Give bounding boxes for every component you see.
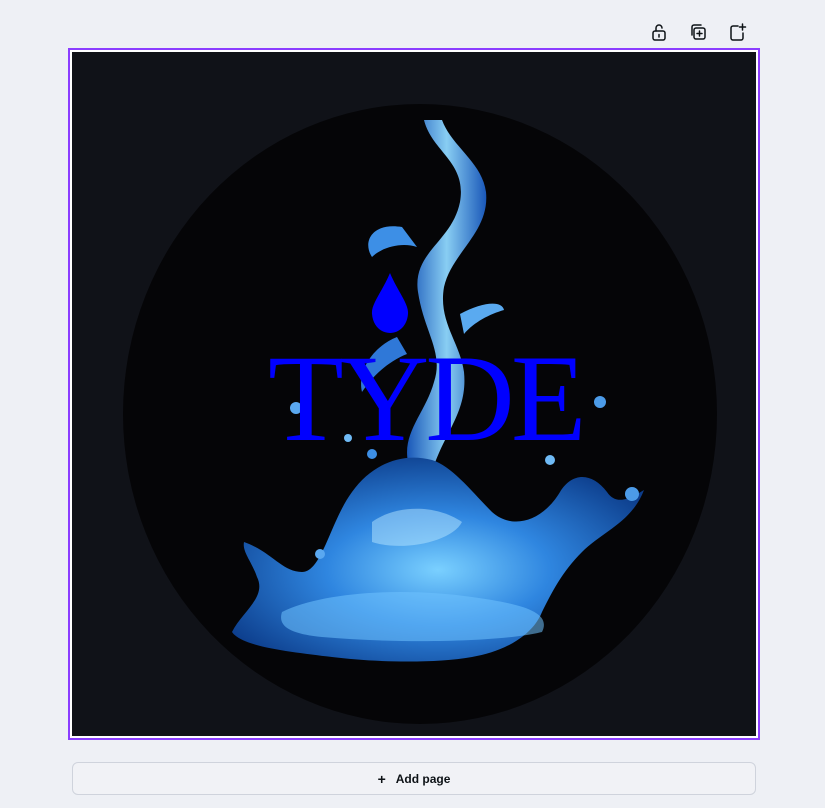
unlock-button[interactable] [645,18,673,46]
design-page[interactable]: TYDE [68,48,760,740]
add-page-top-button[interactable] [723,18,751,46]
logo-text: TYDE [268,330,583,467]
unlock-icon [652,24,666,41]
duplicate-page-button[interactable] [684,18,712,46]
logo-artwork: TYDE [72,52,756,736]
duplicate-page-icon [691,24,706,40]
page-toolbar [645,18,761,46]
add-page-button[interactable]: + Add page [72,762,756,795]
plus-icon: + [377,770,386,787]
add-page-label: Add page [395,771,451,786]
design-canvas: TYDE [72,52,756,736]
add-page-icon [730,23,747,41]
